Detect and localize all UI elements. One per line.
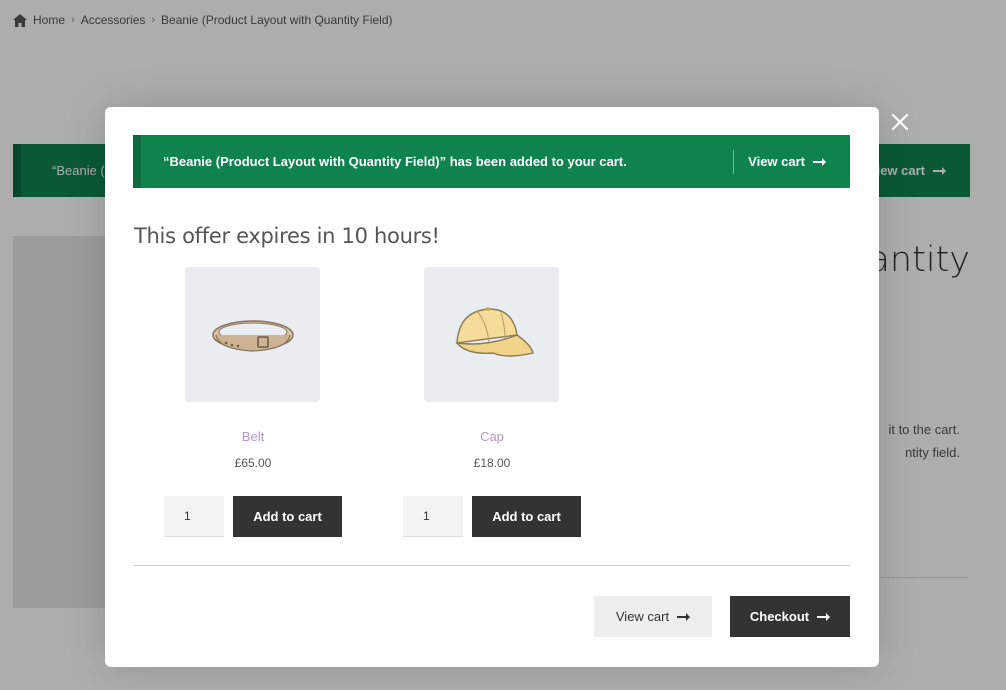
belt-icon xyxy=(211,319,294,352)
checkout-button[interactable]: Checkout xyxy=(730,596,850,637)
checkout-label: Checkout xyxy=(749,609,810,624)
notice-view-cart-label: View cart xyxy=(748,154,805,169)
add-to-cart-button[interactable]: Add to cart xyxy=(472,496,581,537)
cap-icon xyxy=(454,306,534,357)
product-image[interactable] xyxy=(185,267,320,402)
upsell-modal: “Beanie (Product Layout with Quantity Fi… xyxy=(105,107,879,667)
product-price: £65.00 xyxy=(234,456,272,470)
notice-view-cart-link[interactable]: View cart xyxy=(734,154,850,169)
view-cart-label: View cart xyxy=(615,609,670,624)
cart-added-message: “Beanie (Product Layout with Quantity Fi… xyxy=(163,154,627,169)
quantity-input[interactable] xyxy=(403,496,463,537)
product-name-link[interactable]: Belt xyxy=(163,429,343,444)
close-icon xyxy=(891,113,909,131)
arrow-right-icon xyxy=(813,157,826,166)
view-cart-button[interactable]: View cart xyxy=(594,596,712,637)
cart-added-notice: “Beanie (Product Layout with Quantity Fi… xyxy=(133,135,850,188)
arrow-right-icon xyxy=(817,612,831,621)
add-to-cart-button[interactable]: Add to cart xyxy=(233,496,342,537)
arrow-right-icon xyxy=(677,612,691,621)
product-price: £18.00 xyxy=(473,456,511,470)
offer-heading: This offer expires in 10 hours! xyxy=(134,224,440,248)
modal-divider xyxy=(133,565,850,566)
product-image[interactable] xyxy=(424,267,559,402)
close-modal-button[interactable] xyxy=(888,110,912,134)
quantity-input[interactable] xyxy=(164,496,224,537)
product-name-link[interactable]: Cap xyxy=(402,429,582,444)
